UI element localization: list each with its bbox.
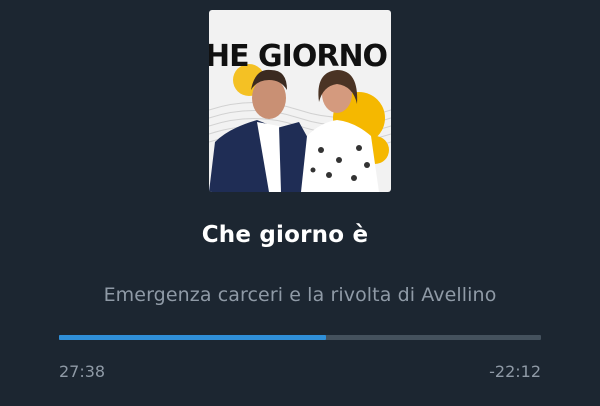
episode-title: Emergenza carceri e la rivolta di Avelli… <box>103 284 497 306</box>
cover-title-text: CHE GIORNO È <box>209 38 391 74</box>
show-title: Che giorno è <box>201 222 369 248</box>
cover-artwork: CHE GIORNO È <box>209 10 391 192</box>
podcast-cover-image: CHE GIORNO È <box>209 10 391 192</box>
audio-player: CHE GIORNO È Che giorno è Emergenza carc… <box>0 0 600 406</box>
remaining-time: -22:12 <box>489 362 541 381</box>
elapsed-time: 27:38 <box>59 362 106 381</box>
progress-bar[interactable] <box>59 335 541 340</box>
progress-fill <box>59 335 327 340</box>
